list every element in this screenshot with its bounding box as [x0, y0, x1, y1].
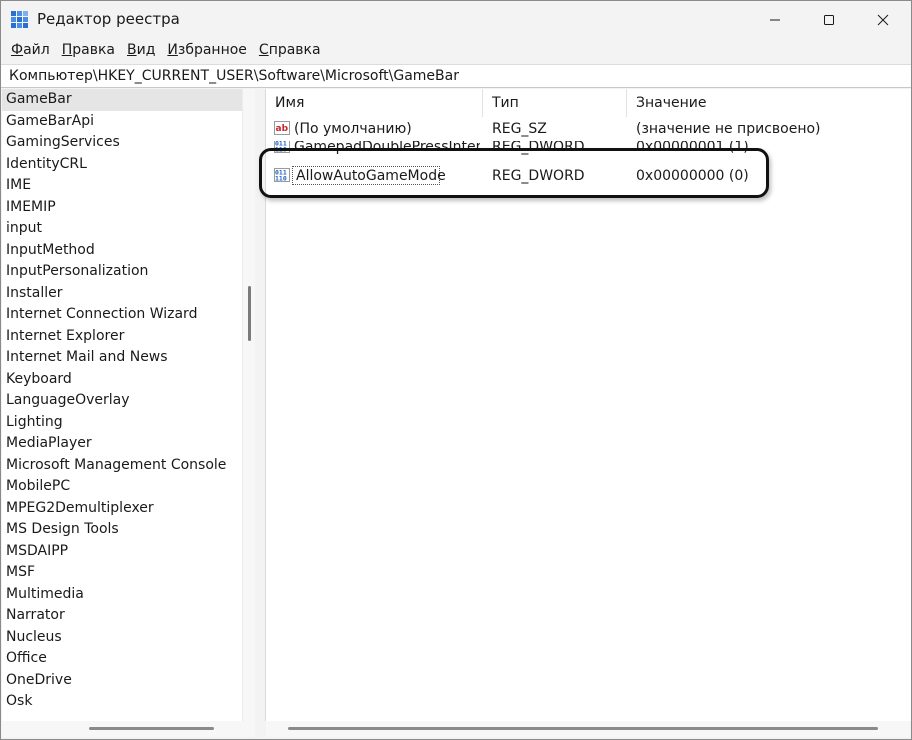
string-value-icon: ab [274, 121, 290, 135]
svg-text:110: 110 [275, 146, 287, 154]
value-row-default[interactable]: ab (По умолчанию) REG_SZ (значение не пр… [266, 118, 911, 140]
tree-item[interactable]: InputMethod [2, 240, 242, 262]
tree-item[interactable]: Internet Connection Wizard [2, 304, 242, 326]
value-type: REG_DWORD [492, 141, 585, 155]
title-bar[interactable]: Редактор реестра [1, 1, 911, 38]
binary-value-icon: 011 110 [274, 168, 290, 183]
tree-item[interactable]: InputPersonalization [2, 261, 242, 283]
close-icon [877, 14, 889, 25]
tree-item[interactable]: GameBar [2, 89, 242, 111]
list-horizontal-scrollbar[interactable] [266, 721, 910, 737]
tree-item[interactable]: Office [2, 648, 242, 670]
tree-item[interactable]: GameBarApi [2, 111, 242, 133]
menu-view[interactable]: Вид [121, 39, 161, 61]
tree-item[interactable]: MSDAIPP [2, 541, 242, 563]
column-header-value[interactable]: Значение [627, 89, 911, 117]
tree-item[interactable]: OneDrive [2, 670, 242, 692]
tree-item[interactable]: LanguageOverlay [2, 390, 242, 412]
list-horizontal-scroll-thumb[interactable] [288, 727, 878, 730]
tree-item[interactable]: MediaPlayer [2, 433, 242, 455]
tree-item[interactable]: Lighting [2, 412, 242, 434]
menu-file-label: айл [23, 42, 50, 58]
tree-item[interactable]: Osk [2, 691, 242, 713]
tree-item[interactable]: IME [2, 175, 242, 197]
svg-text:ab: ab [276, 124, 289, 134]
menu-file[interactable]: Файл [5, 39, 56, 61]
value-type: REG_SZ [492, 121, 547, 137]
tree-item[interactable]: Multimedia [2, 584, 242, 606]
binary-value-icon: 011 110 [274, 141, 290, 154]
tree-item[interactable]: IMEMIP [2, 197, 242, 219]
value-row-gamepad[interactable]: 011 110 GamepadDoublePressInterv... REG_… [266, 141, 911, 158]
menu-view-mnemonic: В [127, 42, 137, 58]
menu-favorites-label: збранное [177, 42, 247, 58]
tree-item[interactable]: MPEG2Demultiplexer [2, 498, 242, 520]
key-tree-pane[interactable]: GameBar GameBarApi GamingServices IdentityC… [2, 89, 255, 721]
value-name: GamepadDoublePressInterv... [294, 141, 480, 155]
key-tree-list: GameBar GameBarApi GamingServices IdentityC… [2, 89, 242, 713]
menu-help[interactable]: Справка [253, 39, 327, 61]
menu-favorites-mnemonic: И [167, 42, 178, 58]
window-title: Редактор реестра [37, 10, 180, 28]
column-header-type[interactable]: Тип [483, 89, 627, 117]
registry-editor-app-icon [11, 11, 28, 28]
minimize-icon [770, 19, 780, 20]
value-name: AllowAutoGameMode [296, 168, 446, 184]
value-type: REG_DWORD [492, 168, 585, 184]
tree-horizontal-scrollbar[interactable] [2, 721, 255, 737]
value-row-allow-auto-game-mode[interactable]: 011 110 AllowAutoGameMode REG_DWORD 0x00… [266, 165, 911, 187]
tree-horizontal-scroll-thumb[interactable] [89, 727, 214, 730]
tree-item[interactable]: GamingServices [2, 132, 242, 154]
pane-splitter[interactable] [255, 89, 265, 739]
value-data: 0x00000001 (1) [636, 141, 749, 155]
menu-edit-label: равка [72, 42, 115, 58]
value-name: (По умолчанию) [294, 121, 412, 137]
tree-item[interactable]: MS Design Tools [2, 519, 242, 541]
menu-help-label: правка [268, 42, 321, 58]
tree-item[interactable]: Keyboard [2, 369, 242, 391]
tree-vertical-scroll-thumb[interactable] [248, 286, 251, 341]
address-bar[interactable]: Компьютер\HKEY_CURRENT_USER\Software\Mic… [1, 64, 911, 88]
menu-help-mnemonic: С [258, 42, 269, 58]
registry-editor-window: Редактор реестра Файл Правка Вид Избранн… [0, 0, 912, 740]
tree-item[interactable]: Internet Explorer [2, 326, 242, 348]
minimize-button[interactable] [749, 1, 801, 38]
tree-item[interactable]: input [2, 218, 242, 240]
column-header-name[interactable]: Имя [266, 89, 483, 117]
menu-edit-mnemonic: П [61, 42, 73, 58]
menu-bar: Файл Правка Вид Избранное Справка [1, 38, 911, 62]
tree-item[interactable]: Nucleus [2, 627, 242, 649]
tree-item[interactable]: Internet Mail and News [2, 347, 242, 369]
values-list-pane[interactable]: Имя Тип Значение ab (По умолчанию) REG_S… [265, 89, 911, 721]
tree-vertical-scrollbar[interactable] [242, 89, 255, 721]
value-data: 0x00000000 (0) [636, 168, 749, 184]
menu-file-mnemonic: Ф [11, 42, 24, 58]
tree-item[interactable]: MSF [2, 562, 242, 584]
close-button[interactable] [857, 1, 909, 38]
maximize-icon [824, 14, 834, 25]
tree-item[interactable]: Microsoft Management Console [2, 455, 242, 477]
menu-edit[interactable]: Правка [56, 39, 121, 61]
tree-item[interactable]: Installer [2, 283, 242, 305]
maximize-button[interactable] [803, 1, 855, 38]
menu-favorites[interactable]: Избранное [161, 39, 253, 61]
tree-item[interactable]: IdentityCRL [2, 154, 242, 176]
tree-item[interactable]: MobilePC [2, 476, 242, 498]
menu-view-label: ид [136, 42, 156, 58]
list-header: Имя Тип Значение [266, 89, 911, 117]
tree-item[interactable]: Narrator [2, 605, 242, 627]
value-data: (значение не присвоено) [636, 121, 821, 137]
svg-text:110: 110 [275, 175, 287, 183]
